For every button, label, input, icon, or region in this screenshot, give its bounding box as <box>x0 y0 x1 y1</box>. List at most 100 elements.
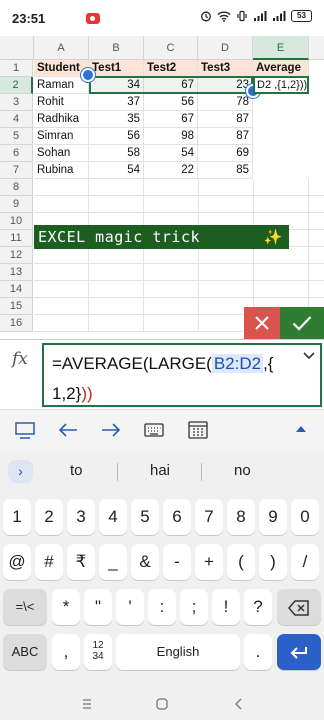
key-asterisk[interactable]: * <box>52 589 80 625</box>
key-single-quote[interactable]: ' <box>116 589 144 625</box>
cell-a7[interactable]: Rubina <box>34 162 89 179</box>
backspace-key[interactable] <box>277 589 321 625</box>
column-header-d[interactable]: D <box>198 36 253 60</box>
row-header[interactable]: 9 <box>0 196 33 213</box>
cell-e1[interactable]: Average <box>253 60 309 77</box>
key-0[interactable]: 0 <box>291 499 319 535</box>
more-symbols-key[interactable]: =\< <box>3 589 47 625</box>
key-2[interactable]: 2 <box>35 499 63 535</box>
row-header[interactable]: 7 <box>0 162 33 179</box>
cell-c1[interactable]: Test2 <box>144 60 198 77</box>
cell-c3[interactable]: 56 <box>144 94 198 111</box>
row-header[interactable]: 5 <box>0 128 33 145</box>
back-icon[interactable] <box>232 697 246 711</box>
active-cell-e2[interactable]: D2 ,{1,2})) <box>253 76 309 94</box>
row-header[interactable]: 1 <box>0 60 33 77</box>
suggestion-item[interactable]: no <box>234 462 251 479</box>
cell-d3[interactable]: 78 <box>198 94 253 111</box>
cell-d4[interactable]: 87 <box>198 111 253 128</box>
row-header[interactable]: 14 <box>0 281 33 298</box>
row-header[interactable]: 16 <box>0 315 33 332</box>
key-7[interactable]: 7 <box>195 499 223 535</box>
cell-b7[interactable]: 54 <box>89 162 144 179</box>
row-header[interactable]: 8 <box>0 179 33 196</box>
column-header-f[interactable] <box>309 36 324 60</box>
enter-key[interactable] <box>277 634 321 670</box>
key-underscore[interactable]: _ <box>99 544 127 580</box>
key-4[interactable]: 4 <box>99 499 127 535</box>
cell-d7[interactable]: 85 <box>198 162 253 179</box>
row-header[interactable]: 4 <box>0 111 33 128</box>
home-icon[interactable] <box>155 697 169 711</box>
fraction-key[interactable]: 12 34 <box>84 634 112 670</box>
arrow-right-icon[interactable] <box>100 420 122 440</box>
key-double-quote[interactable]: " <box>84 589 112 625</box>
collapse-toolbar-icon[interactable] <box>294 424 308 434</box>
key-6[interactable]: 6 <box>163 499 191 535</box>
cell-a4[interactable]: Radhika <box>34 111 89 128</box>
arrow-left-icon[interactable] <box>57 420 79 440</box>
recent-apps-icon[interactable] <box>80 697 94 711</box>
key-semicolon[interactable]: ; <box>180 589 208 625</box>
key-8[interactable]: 8 <box>227 499 255 535</box>
row-header[interactable]: 15 <box>0 298 33 315</box>
cell-b4[interactable]: 35 <box>89 111 144 128</box>
key-colon[interactable]: : <box>148 589 176 625</box>
key-open-paren[interactable]: ( <box>227 544 255 580</box>
key-1[interactable]: 1 <box>3 499 31 535</box>
space-key[interactable]: English <box>116 634 240 670</box>
spreadsheet-grid[interactable]: A B C D E 1 2 3 4 5 6 7 8 9 10 11 12 13 … <box>0 36 324 336</box>
row-header[interactable]: 6 <box>0 145 33 162</box>
column-header-e[interactable]: E <box>253 36 309 60</box>
suggestion-item[interactable]: to <box>70 462 83 479</box>
key-question[interactable]: ? <box>244 589 272 625</box>
function-icon[interactable]: fx <box>12 349 28 369</box>
cell-c6[interactable]: 54 <box>144 145 198 162</box>
cell-a6[interactable]: Sohan <box>34 145 89 162</box>
confirm-formula-button[interactable] <box>280 307 324 339</box>
row-header[interactable]: 12 <box>0 247 33 264</box>
cell-a5[interactable]: Simran <box>34 128 89 145</box>
cell-b1[interactable]: Test1 <box>89 60 144 77</box>
key-plus[interactable]: + <box>195 544 223 580</box>
key-ampersand[interactable]: & <box>131 544 159 580</box>
cell-c5[interactable]: 98 <box>144 128 198 145</box>
cell-d5[interactable]: 87 <box>198 128 253 145</box>
cell-b6[interactable]: 58 <box>89 145 144 162</box>
keyboard-icon[interactable] <box>143 420 165 440</box>
row-header[interactable]: 2 <box>0 77 33 94</box>
row-header[interactable]: 11 <box>0 230 33 247</box>
key-3[interactable]: 3 <box>67 499 95 535</box>
cell-c4[interactable]: 67 <box>144 111 198 128</box>
cell-a3[interactable]: Rohit <box>34 94 89 111</box>
cell-c7[interactable]: 22 <box>144 162 198 179</box>
cell-b5[interactable]: 56 <box>89 128 144 145</box>
column-header-c[interactable]: C <box>144 36 198 60</box>
key-exclamation[interactable]: ! <box>212 589 240 625</box>
row-header[interactable]: 3 <box>0 94 33 111</box>
cell-b3[interactable]: 37 <box>89 94 144 111</box>
cell-d1[interactable]: Test3 <box>198 60 253 77</box>
formula-input[interactable]: =AVERAGE(LARGE(B2:D2 ,{ 1,2})) <box>42 343 322 407</box>
row-header[interactable]: 10 <box>0 213 33 230</box>
cell-a2[interactable]: Raman <box>34 77 89 94</box>
cell-d6[interactable]: 69 <box>198 145 253 162</box>
key-rupee[interactable]: ₹ <box>67 544 95 580</box>
number-pad-icon[interactable] <box>187 420 209 440</box>
formula-range-reference[interactable]: B2:D2 <box>211 354 264 373</box>
cancel-formula-button[interactable] <box>244 307 280 339</box>
key-close-paren[interactable]: ) <box>259 544 287 580</box>
key-at[interactable]: @ <box>3 544 31 580</box>
key-minus[interactable]: - <box>163 544 191 580</box>
expand-suggestions-button[interactable]: › <box>8 460 33 483</box>
key-period[interactable]: . <box>244 634 272 670</box>
key-5[interactable]: 5 <box>131 499 159 535</box>
key-slash[interactable]: / <box>291 544 319 580</box>
row-header[interactable]: 13 <box>0 264 33 281</box>
key-hash[interactable]: # <box>35 544 63 580</box>
select-all-corner[interactable] <box>0 36 34 60</box>
chevron-down-icon[interactable] <box>302 351 316 361</box>
column-header-a[interactable]: A <box>34 36 89 60</box>
suggestion-item[interactable]: hai <box>150 462 170 479</box>
key-comma[interactable]: , <box>52 634 80 670</box>
